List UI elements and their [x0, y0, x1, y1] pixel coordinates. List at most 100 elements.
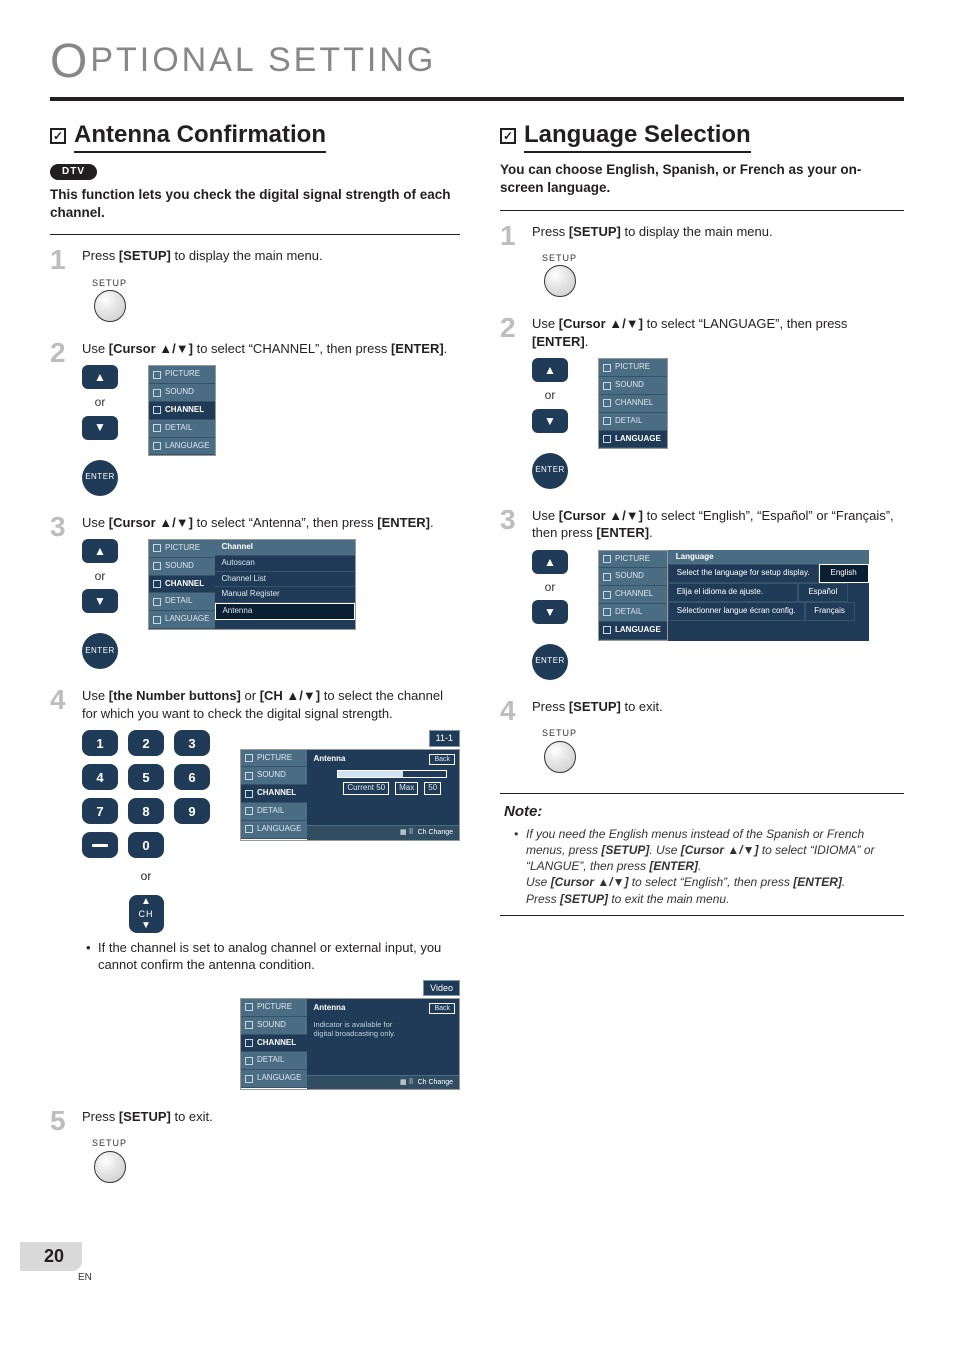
osm-tab-picture[interactable]: PICTURE	[149, 540, 215, 558]
submenu-item-channel-list[interactable]: Channel List	[215, 572, 355, 588]
language-step-3: 3 Use [Cursor ▲/▼] to select “English”, …	[500, 507, 904, 680]
nav-down-button[interactable]: ▼	[82, 416, 118, 440]
grid-icon: ▦ ⠿	[400, 829, 414, 836]
osm-tab-picture[interactable]: PICTURE	[241, 750, 307, 768]
s5-pre: Press	[82, 1109, 119, 1124]
s3-mid: to select “Antenna”, then press	[193, 515, 377, 530]
osm-tab-detail[interactable]: DETAIL	[149, 593, 215, 611]
nav-up-button[interactable]: ▲	[532, 550, 568, 574]
nav-down-button[interactable]: ▼	[82, 589, 118, 613]
submenu-item-autoscan[interactable]: Autoscan	[215, 556, 355, 572]
setup-label: SETUP	[92, 277, 127, 289]
osm-tab-sound[interactable]: SOUND	[599, 568, 667, 586]
numkey-9[interactable]: 9	[174, 798, 210, 824]
osm-tab-detail[interactable]: DETAIL	[149, 420, 215, 438]
s3-pre: Use	[82, 515, 109, 530]
language-intro: You can choose English, Spanish, or Fren…	[500, 161, 904, 197]
osm-tab-channel[interactable]: CHANNEL	[149, 402, 215, 420]
submenu-item-manual-register[interactable]: Manual Register	[215, 587, 355, 603]
nav-or: or	[95, 566, 106, 586]
s2-post: .	[444, 341, 448, 356]
s3-key2: [ENTER]	[377, 515, 430, 530]
setup-label: SETUP	[92, 1137, 127, 1149]
s5-key: [SETUP]	[119, 1109, 171, 1124]
osm-tab-channel[interactable]: CHANNEL	[599, 395, 667, 413]
nav-up-button[interactable]: ▲	[82, 365, 118, 389]
back-button[interactable]: Back	[429, 1003, 455, 1014]
enter-button[interactable]: ENTER	[532, 644, 568, 680]
osm-tab-sound[interactable]: SOUND	[241, 767, 307, 785]
osm-tab-sound[interactable]: SOUND	[599, 377, 667, 395]
numkey-7[interactable]: 7	[82, 798, 118, 824]
r3-key2: [ENTER]	[596, 525, 649, 540]
nav-down-button[interactable]: ▼	[532, 600, 568, 624]
numkey-5[interactable]: 5	[128, 764, 164, 790]
numkey-4[interactable]: 4	[82, 764, 118, 790]
check-icon: ✓	[50, 128, 66, 144]
nav-up-button[interactable]: ▲	[532, 358, 568, 382]
osm-tab-language[interactable]: LANGUAGE	[241, 1070, 307, 1088]
step-number: 1	[500, 223, 522, 298]
osm-tab-channel[interactable]: CHANNEL	[599, 586, 667, 604]
numkey-6[interactable]: 6	[174, 764, 210, 790]
s1-key: [SETUP]	[119, 248, 171, 263]
signal-bar	[337, 770, 447, 778]
osm-tab-channel[interactable]: CHANNEL	[241, 785, 307, 803]
osm-tab-language[interactable]: LANGUAGE	[599, 431, 667, 449]
r4-post: to exit.	[621, 699, 663, 714]
osm-tab-sound[interactable]: SOUND	[149, 558, 215, 576]
section-title-language: Language Selection	[524, 119, 751, 153]
s2-pre: Use	[82, 341, 109, 356]
numkey-dash[interactable]	[82, 832, 118, 858]
numkey-1[interactable]: 1	[82, 730, 118, 756]
osm-tab-picture[interactable]: PICTURE	[149, 366, 215, 384]
osm-tab-sound[interactable]: SOUND	[241, 1017, 307, 1035]
numkey-3[interactable]: 3	[174, 730, 210, 756]
page-lang-code: EN	[78, 1271, 92, 1285]
setup-button[interactable]: SETUP	[542, 727, 577, 772]
osm-tab-language[interactable]: LANGUAGE	[599, 622, 667, 640]
pane-footer-text: Ch Change	[418, 829, 453, 836]
lang-row-en-label: Select the language for setup display.	[668, 564, 819, 583]
enter-button[interactable]: ENTER	[532, 453, 568, 489]
osm-menu-language: PICTURE SOUND CHANNEL DETAIL LANGUAGE	[598, 550, 668, 641]
r2-key2: [ENTER]	[532, 334, 585, 349]
video-flag: Video	[423, 980, 460, 996]
numkey-8[interactable]: 8	[128, 798, 164, 824]
setup-button[interactable]: SETUP	[542, 252, 577, 297]
enter-button[interactable]: ENTER	[82, 460, 118, 496]
language-step-4: 4 Press [SETUP] to exit. SETUP	[500, 698, 904, 773]
nav-down-button[interactable]: ▼	[532, 409, 568, 433]
osm-tab-sound[interactable]: SOUND	[149, 384, 215, 402]
osm-tab-language[interactable]: LANGUAGE	[241, 821, 307, 839]
back-button[interactable]: Back	[429, 754, 455, 765]
setup-button[interactable]: SETUP	[92, 1137, 127, 1182]
lang-option-francais[interactable]: Français	[805, 602, 855, 621]
osm-tab-detail[interactable]: DETAIL	[241, 803, 307, 821]
numkey-0[interactable]: 0	[128, 832, 164, 858]
nav-up-button[interactable]: ▲	[82, 539, 118, 563]
osm-tab-channel[interactable]: CHANNEL	[149, 576, 215, 594]
osm-tab-detail[interactable]: DETAIL	[241, 1052, 307, 1070]
osm-tab-detail[interactable]: DETAIL	[599, 604, 667, 622]
osm-tab-language[interactable]: LANGUAGE	[149, 438, 215, 456]
r1-key: [SETUP]	[569, 224, 621, 239]
osm-tab-picture[interactable]: PICTURE	[241, 999, 307, 1017]
numkey-2[interactable]: 2	[128, 730, 164, 756]
osm-tab-picture[interactable]: PICTURE	[599, 551, 667, 569]
header-cap: O	[50, 35, 90, 88]
osm-tab-picture[interactable]: PICTURE	[599, 359, 667, 377]
header-text: PTIONAL SETTING	[90, 41, 436, 79]
grid-icon: ▦ ⠿	[400, 1079, 414, 1086]
setup-button[interactable]: SETUP	[92, 277, 127, 322]
submenu-item-antenna[interactable]: Antenna	[215, 603, 355, 620]
antenna-signal-pane: 11-1 PICTURE SOUND CHANNEL DETAIL LANGUA…	[240, 730, 460, 840]
lang-table-header: Language	[668, 550, 869, 565]
lang-option-english[interactable]: English	[819, 564, 869, 583]
osm-tab-channel[interactable]: CHANNEL	[241, 1035, 307, 1053]
osm-tab-language[interactable]: LANGUAGE	[149, 611, 215, 629]
osm-tab-detail[interactable]: DETAIL	[599, 413, 667, 431]
ch-rocker[interactable]: ▲ CH ▼	[129, 895, 164, 933]
enter-button[interactable]: ENTER	[82, 633, 118, 669]
lang-option-espanol[interactable]: Español	[798, 583, 848, 602]
